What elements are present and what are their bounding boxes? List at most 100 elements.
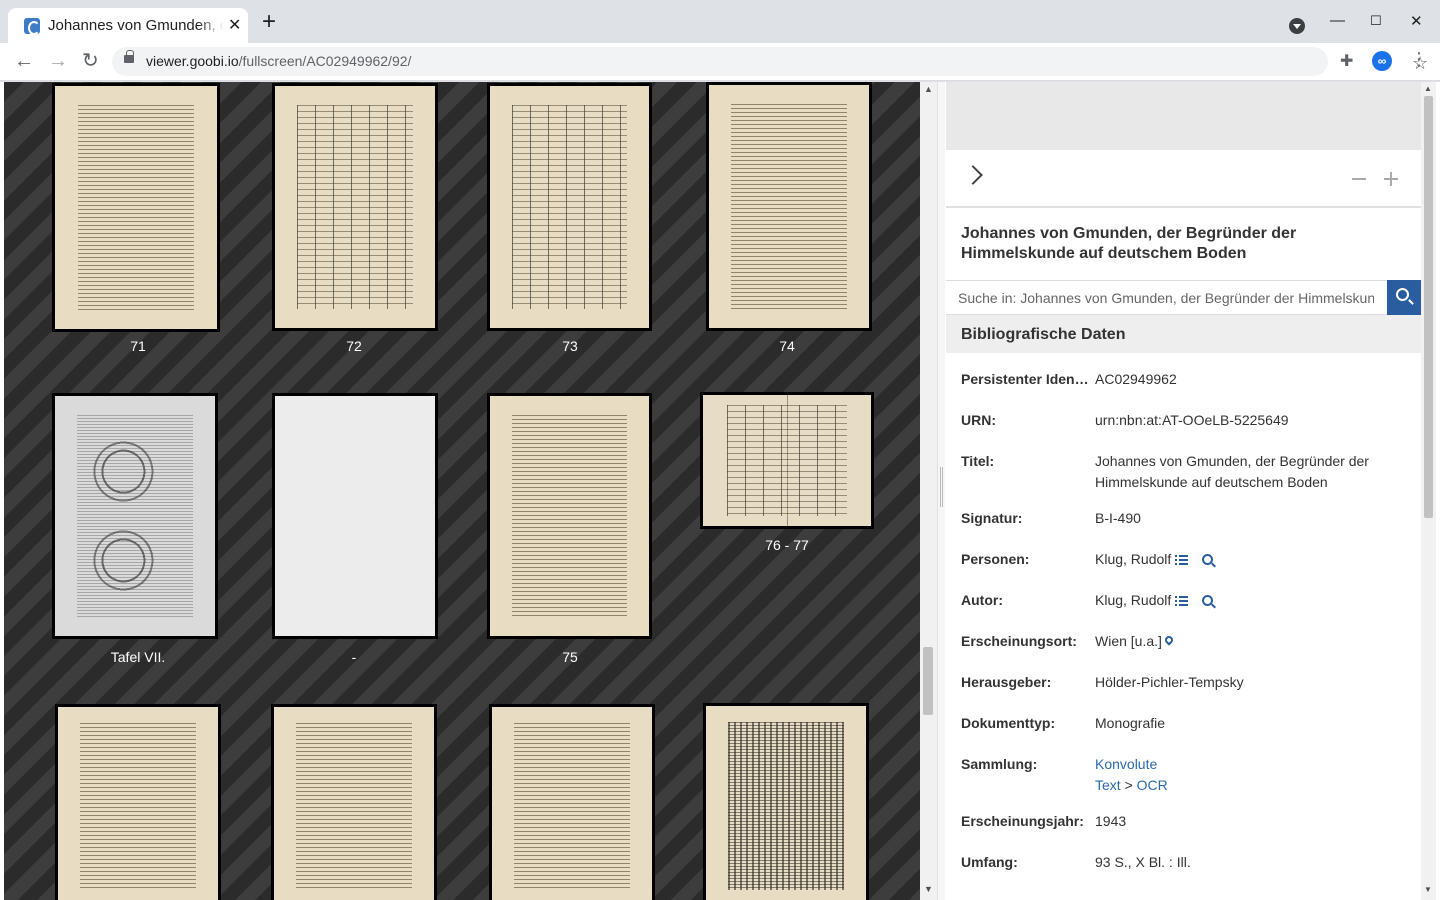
collection-link-ocr[interactable]: OCR xyxy=(1137,777,1168,793)
sidebar-scrollbar[interactable]: ▲ ▼ xyxy=(1421,82,1436,900)
zoom-out-icon[interactable] xyxy=(1352,178,1366,180)
search-icon[interactable] xyxy=(1202,553,1214,565)
scroll-up-icon[interactable]: ▲ xyxy=(1424,84,1432,93)
new-tab-button[interactable]: + xyxy=(262,10,276,34)
forward-arrow-icon[interactable]: → xyxy=(48,49,68,73)
metadata-label: URN: xyxy=(961,412,996,428)
metadata-table: Persistenter Identifikator: AC02949962 U… xyxy=(946,353,1421,873)
tab-search-icon[interactable] xyxy=(1289,18,1305,34)
metadata-label: Erscheinungsjahr: xyxy=(961,813,1084,829)
scrollbar-thumb[interactable] xyxy=(1424,96,1433,518)
thumbnail-label: 76 - 77 xyxy=(765,537,809,553)
list-icon[interactable] xyxy=(1175,595,1189,607)
metadata-row: URN: urn:nbn:at:AT-OOeLB-5225649 xyxy=(961,410,1406,431)
extension-infinity-icon[interactable]: ∞ xyxy=(1372,51,1392,71)
collection-link-text[interactable]: Text xyxy=(1095,777,1121,793)
zoom-in-icon[interactable] xyxy=(1384,172,1398,186)
metadata-row: Sammlung: Konvolute Text > OCR xyxy=(961,754,1406,796)
thumbnail-label: 75 xyxy=(562,649,578,665)
page-thumbnail[interactable] xyxy=(706,706,866,900)
metadata-label: Signatur: xyxy=(961,510,1023,526)
lock-icon xyxy=(124,50,134,63)
thumbnail-label: 72 xyxy=(346,338,362,354)
metadata-value: urn:nbn:at:AT-OOeLB-5225649 xyxy=(1095,412,1289,428)
metadata-label: Autor: xyxy=(961,592,1003,608)
metadata-value: 93 S., X Bl. : Ill. xyxy=(1095,854,1191,870)
metadata-value: 1943 xyxy=(1095,813,1127,829)
metadata-label: Personen: xyxy=(961,551,1030,567)
tab-title: Johannes von Gmunden, der Begründer der … xyxy=(48,17,224,34)
page-thumbnail[interactable] xyxy=(55,86,217,329)
collection-link-konvolute[interactable]: Konvolute xyxy=(1095,756,1157,772)
page-thumbnail[interactable] xyxy=(490,396,649,636)
search-icon xyxy=(1396,288,1409,301)
metadata-value: B-I-490 xyxy=(1095,510,1141,526)
tab-close-icon[interactable]: ✕ xyxy=(228,15,241,35)
page-thumbnail[interactable] xyxy=(492,707,652,900)
viewer: 71 72 73 74 Tafel VII. - 75 76 - 77 ▲ ▼ xyxy=(0,82,1440,900)
metadata-label: Sammlung: xyxy=(961,756,1038,772)
metadata-row: Persistenter Identifikator: AC02949962 xyxy=(961,369,1406,390)
page-thumbnail[interactable] xyxy=(709,85,869,328)
metadata-row: Umfang: 93 S., X Bl. : Ill. xyxy=(961,852,1406,873)
thumbnail-label: 73 xyxy=(562,338,578,354)
browser-toolbar: ← → ↻ viewer.goobi.io/fullscreen/AC02949… xyxy=(0,43,1440,81)
extensions-puzzle-icon[interactable]: ✚ xyxy=(1340,51,1353,71)
metadata-value: Wien [u.a.] xyxy=(1095,631,1405,652)
metadata-value: Hölder-Pichler-Tempsky xyxy=(1095,674,1244,690)
search-button[interactable] xyxy=(1387,280,1421,315)
minimize-window-button[interactable]: — xyxy=(1330,12,1345,29)
resize-grip-icon xyxy=(940,467,943,507)
page-thumbnail[interactable] xyxy=(703,395,871,526)
document-title: Johannes von Gmunden, der Begründer der … xyxy=(961,225,1297,262)
search-icon[interactable] xyxy=(1202,594,1214,606)
metadata-label: Dokumenttyp: xyxy=(961,715,1056,731)
page-thumbnail[interactable] xyxy=(490,86,649,328)
search-input[interactable] xyxy=(946,281,1386,314)
page-thumbnail[interactable] xyxy=(274,707,434,900)
thumbnail-label: Tafel VII. xyxy=(110,649,166,665)
page-thumbnail[interactable] xyxy=(275,396,435,636)
metadata-row: Herausgeber: Hölder-Pichler-Tempsky xyxy=(961,672,1406,693)
sidebar-controls xyxy=(946,150,1421,208)
page-thumbnail[interactable] xyxy=(55,396,215,636)
metadata-label: Herausgeber: xyxy=(961,674,1052,690)
scroll-down-icon[interactable]: ▼ xyxy=(924,884,933,894)
metadata-label: Persistenter Identifikator: xyxy=(961,371,1095,387)
thumbnail-scrollbar[interactable]: ▲ ▼ xyxy=(920,82,937,900)
browser-tab-bar: Johannes von Gmunden, der Begründer der … xyxy=(0,0,1440,43)
metadata-row: Titel: Johannes von Gmunden, der Begründ… xyxy=(961,451,1406,493)
chevron-right-icon[interactable] xyxy=(963,165,983,185)
metadata-sidebar: Johannes von Gmunden, der Begründer der … xyxy=(946,82,1421,900)
thumbnail-label: - xyxy=(351,649,357,665)
sidebar-header-area xyxy=(946,82,1421,150)
metadata-value: Johannes von Gmunden, der Begründer der … xyxy=(1095,453,1369,490)
scroll-up-icon[interactable]: ▲ xyxy=(924,84,933,94)
scrollbar-thumb[interactable] xyxy=(923,647,933,715)
browser-menu-icon[interactable]: ⋮ xyxy=(1410,49,1428,70)
thumbnail-grid: 71 72 73 74 Tafel VII. - 75 76 - 77 xyxy=(4,82,920,900)
goobi-favicon-icon xyxy=(24,18,40,35)
metadata-label: Erscheinungsort: xyxy=(961,633,1077,649)
metadata-value: Klug, Rudolf xyxy=(1095,549,1405,570)
author-name: Klug, Rudolf xyxy=(1095,592,1172,608)
thumbnail-label: 74 xyxy=(779,338,795,354)
thumbnail-label: 71 xyxy=(130,338,146,354)
page-thumbnail[interactable] xyxy=(58,707,218,900)
list-icon[interactable] xyxy=(1175,554,1189,566)
url-text: viewer.goobi.io/fullscreen/AC02949962/92… xyxy=(146,53,412,69)
reload-icon[interactable]: ↻ xyxy=(82,49,99,73)
panel-resize-handle[interactable] xyxy=(937,82,945,900)
map-marker-icon[interactable] xyxy=(1163,634,1175,646)
page-thumbnail[interactable] xyxy=(275,86,435,328)
address-bar[interactable]: viewer.goobi.io/fullscreen/AC02949962/92… xyxy=(112,47,1428,76)
back-arrow-icon[interactable]: ← xyxy=(14,49,34,73)
metadata-row: Erscheinungsjahr: 1943 xyxy=(961,811,1406,832)
metadata-row: Personen: Klug, Rudolf xyxy=(961,549,1406,570)
close-window-button[interactable]: ✕ xyxy=(1410,12,1423,30)
metadata-row: Dokumenttyp: Monografie xyxy=(961,713,1406,734)
scroll-down-icon[interactable]: ▼ xyxy=(1424,885,1432,894)
browser-tab[interactable]: Johannes von Gmunden, der Begründer der … xyxy=(8,8,248,43)
maximize-window-button[interactable]: ☐ xyxy=(1370,13,1382,29)
metadata-label: Umfang: xyxy=(961,854,1018,870)
